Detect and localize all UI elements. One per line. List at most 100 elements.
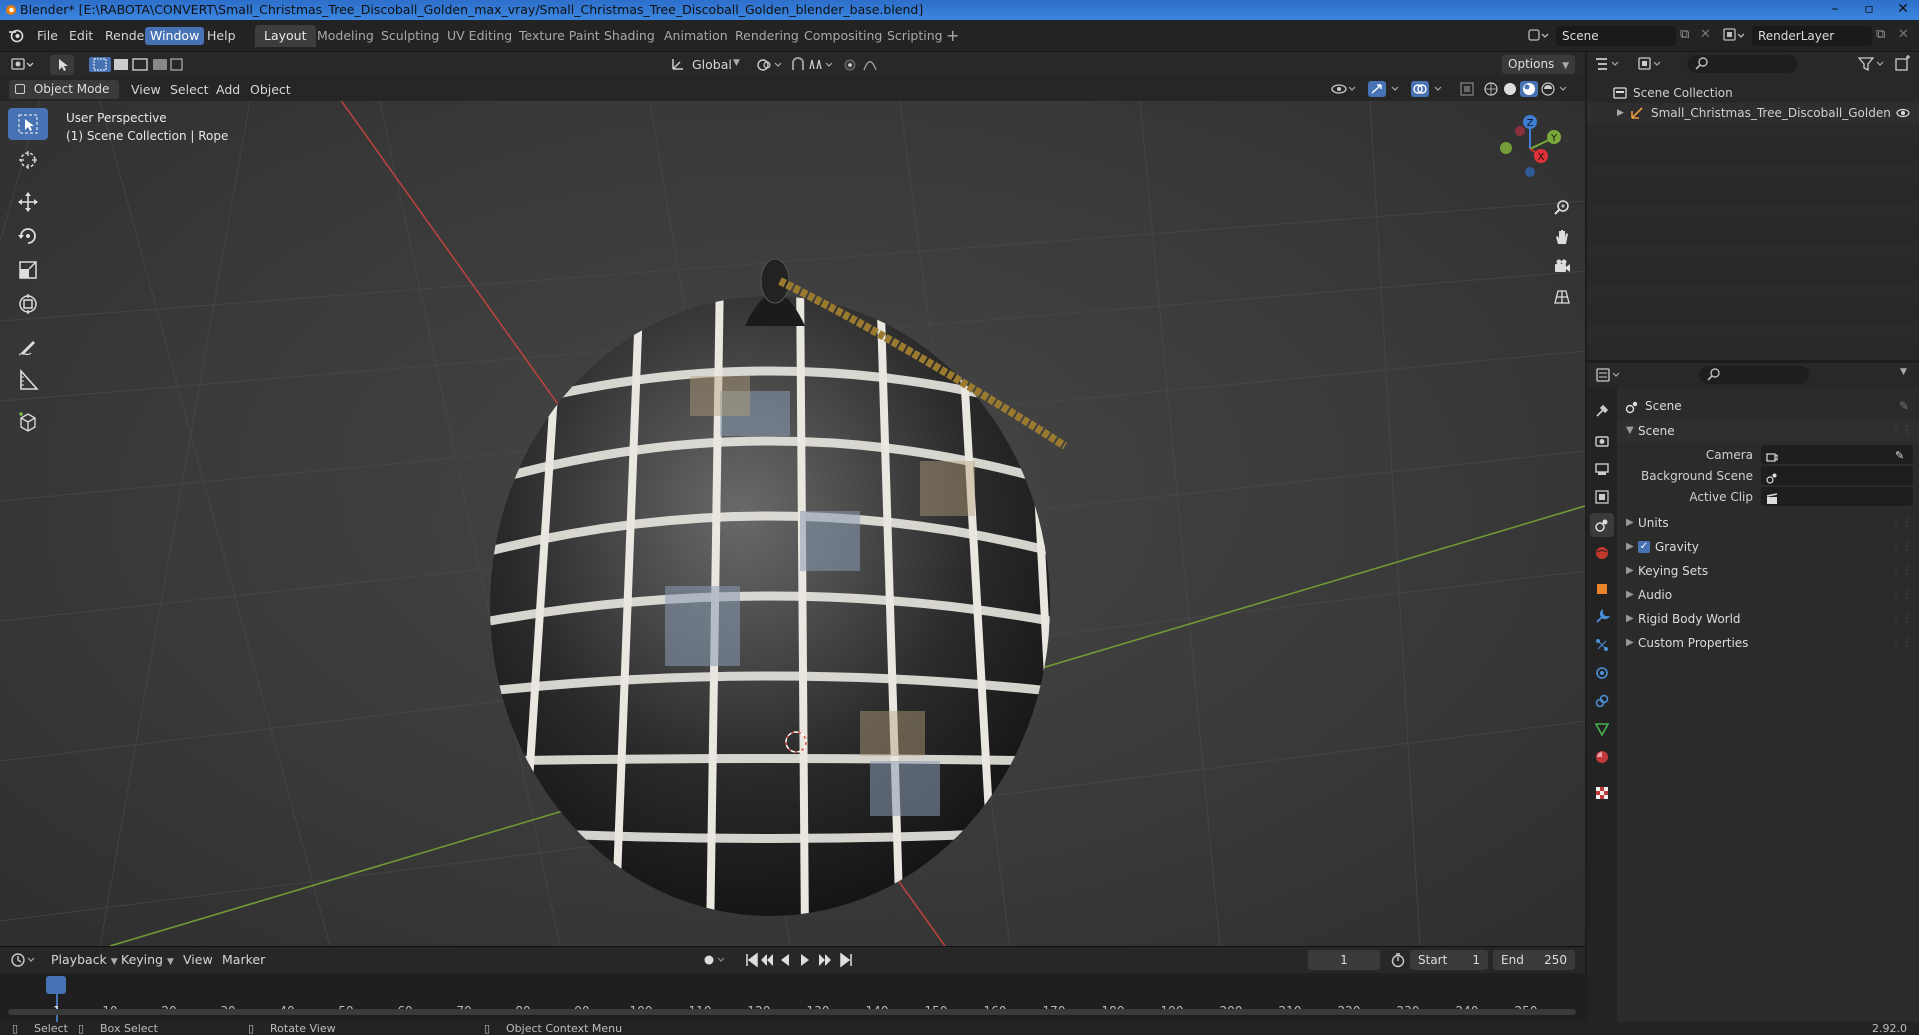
record-icon[interactable] <box>702 952 728 971</box>
material-tab-icon[interactable] <box>1590 745 1614 769</box>
menu-object[interactable]: Object <box>245 80 296 99</box>
snap-icon[interactable] <box>790 56 836 76</box>
select-tool-icon[interactable] <box>50 55 74 75</box>
object-tab-icon[interactable] <box>1590 577 1614 601</box>
active-clip-field[interactable] <box>1761 487 1913 506</box>
outliner-row-scene-collection[interactable]: Scene Collection <box>1587 83 1919 103</box>
display-mode-icon[interactable] <box>1637 55 1667 76</box>
drag-handle-icon[interactable]: ⋮⋮ <box>1891 608 1913 630</box>
tool-settings-tab-icon[interactable] <box>1590 399 1614 423</box>
new-layer-icon[interactable]: ⧉ <box>1876 27 1885 42</box>
tool-scale-icon[interactable] <box>8 254 48 286</box>
editor-type-icon[interactable] <box>10 56 36 76</box>
playhead[interactable] <box>46 976 66 994</box>
panel-custom-properties[interactable]: ▶ Custom Properties ⋮⋮ <box>1617 632 1919 654</box>
tool-add-cube-icon[interactable] <box>8 406 48 438</box>
properties-editor-type-icon[interactable] <box>1595 366 1625 387</box>
tool-cursor-icon[interactable] <box>8 144 48 176</box>
chevron-down-icon[interactable]: ▼ <box>1900 367 1907 377</box>
menu-playback[interactable]: Playback ▼ <box>46 950 123 969</box>
particles-tab-icon[interactable] <box>1590 633 1614 657</box>
drag-handle-icon[interactable]: ⋮⋮ <box>1891 584 1913 606</box>
drag-handle-icon[interactable]: ⋮⋮ <box>1891 536 1913 558</box>
xray-icon[interactable] <box>1458 80 1476 101</box>
visibility-icon[interactable] <box>1330 80 1358 101</box>
overlays-icon[interactable] <box>1410 80 1448 101</box>
texture-tab-icon[interactable] <box>1590 781 1614 805</box>
tool-select-box-icon[interactable] <box>8 108 48 140</box>
timeline-ruler[interactable]: 1 10 20 30 40 50 60 70 80 90 100 110 120… <box>0 973 1585 1023</box>
menu-select[interactable]: Select <box>165 80 214 99</box>
output-tab-icon[interactable] <box>1590 457 1614 481</box>
tool-transform-icon[interactable] <box>8 288 48 320</box>
eyedropper-icon[interactable]: ✎ <box>1895 445 1904 467</box>
tool-annotate-icon[interactable] <box>8 330 48 362</box>
panel-units[interactable]: ▶ Units ⋮⋮ <box>1617 512 1919 534</box>
drag-handle-icon[interactable]: ⋮⋮ <box>1891 632 1913 654</box>
tab-uv-editing[interactable]: UV Editing <box>438 25 521 47</box>
data-tab-icon[interactable] <box>1590 717 1614 741</box>
modifier-tab-icon[interactable] <box>1590 605 1614 629</box>
minimize-button[interactable]: – <box>1818 0 1852 20</box>
camera-view-icon[interactable] <box>1548 253 1576 281</box>
menu-view-timeline[interactable]: View <box>178 950 218 969</box>
menu-marker[interactable]: Marker <box>217 950 270 969</box>
blender-menu-icon[interactable] <box>8 27 24 46</box>
selection-mode-icons[interactable] <box>88 56 184 76</box>
new-scene-icon[interactable]: ⧉ <box>1680 27 1689 42</box>
menu-help[interactable]: Help <box>202 27 241 45</box>
tab-texture-paint[interactable]: Texture Paint <box>510 25 609 47</box>
new-collection-icon[interactable] <box>1894 55 1912 76</box>
timeline-editor-type-icon[interactable] <box>10 951 38 972</box>
render-tab-icon[interactable] <box>1590 429 1614 453</box>
pin-icon[interactable]: ✎ <box>1899 395 1909 417</box>
camera-field[interactable]: ✎ <box>1761 445 1913 464</box>
tab-layout[interactable]: Layout <box>255 25 316 47</box>
add-workspace-button[interactable]: + <box>946 26 959 45</box>
drag-handle-icon[interactable]: ⋮⋮ <box>1891 420 1913 442</box>
panel-keying-sets[interactable]: ▶ Keying Sets ⋮⋮ <box>1617 560 1919 582</box>
start-frame-field[interactable]: Start 1 <box>1410 950 1488 970</box>
tool-move-icon[interactable] <box>8 186 48 218</box>
menu-keying[interactable]: Keying ▼ <box>116 950 179 969</box>
background-scene-field[interactable] <box>1761 466 1913 485</box>
outliner-search-input[interactable] <box>1687 55 1797 73</box>
menu-add[interactable]: Add <box>211 80 245 99</box>
menu-window[interactable]: Window <box>145 27 205 45</box>
renderlayer-field[interactable]: RenderLayer <box>1752 26 1872 46</box>
world-tab-icon[interactable] <box>1590 541 1614 565</box>
expand-arrow-icon[interactable]: ▶ <box>1617 103 1624 123</box>
stopwatch-icon[interactable] <box>1390 952 1406 971</box>
delete-scene-icon[interactable]: ✕ <box>1700 27 1711 42</box>
playback-controls-icons[interactable] <box>745 952 857 971</box>
zoom-icon[interactable] <box>1548 193 1576 221</box>
panel-scene-header[interactable]: ▼ Scene ⋮⋮ <box>1617 420 1919 442</box>
perspective-toggle-icon[interactable] <box>1548 283 1576 311</box>
proportional-edit-icon[interactable] <box>842 56 892 76</box>
current-frame-field[interactable]: 1 <box>1308 950 1380 970</box>
tool-measure-icon[interactable] <box>8 364 48 396</box>
delete-layer-icon[interactable]: ✕ <box>1898 27 1909 42</box>
drag-handle-icon[interactable]: ⋮⋮ <box>1891 512 1913 534</box>
scene-tab-icon[interactable] <box>1590 513 1614 537</box>
panel-rigid-body-world[interactable]: ▶ Rigid Body World ⋮⋮ <box>1617 608 1919 630</box>
tab-animation[interactable]: Animation <box>655 25 737 47</box>
menu-edit[interactable]: Edit <box>64 27 98 45</box>
maximize-button[interactable]: ▫ <box>1852 0 1886 20</box>
tab-compositing[interactable]: Compositing <box>795 25 891 47</box>
scene-field[interactable]: Scene <box>1556 26 1676 46</box>
tab-sculpting[interactable]: Sculpting <box>372 25 448 47</box>
close-window-button[interactable]: ✕ <box>1886 0 1919 20</box>
transform-orientation-dropdown[interactable]: Global <box>687 55 737 74</box>
physics-tab-icon[interactable] <box>1590 661 1614 685</box>
outliner-row-object[interactable]: ▶ Small_Christmas_Tree_Discoball_Golden <box>1587 103 1919 123</box>
options-dropdown[interactable]: Options ▼ <box>1502 55 1576 74</box>
drag-handle-icon[interactable]: ⋮⋮ <box>1891 560 1913 582</box>
view-layer-tab-icon[interactable] <box>1590 485 1614 509</box>
tool-rotate-icon[interactable] <box>8 220 48 252</box>
end-frame-field[interactable]: End 250 <box>1493 950 1575 970</box>
tab-shading[interactable]: Shading <box>595 25 664 47</box>
view-layer-icon[interactable] <box>1722 26 1746 47</box>
pan-hand-icon[interactable] <box>1548 223 1576 251</box>
shading-mode-icons[interactable] <box>1482 80 1572 101</box>
